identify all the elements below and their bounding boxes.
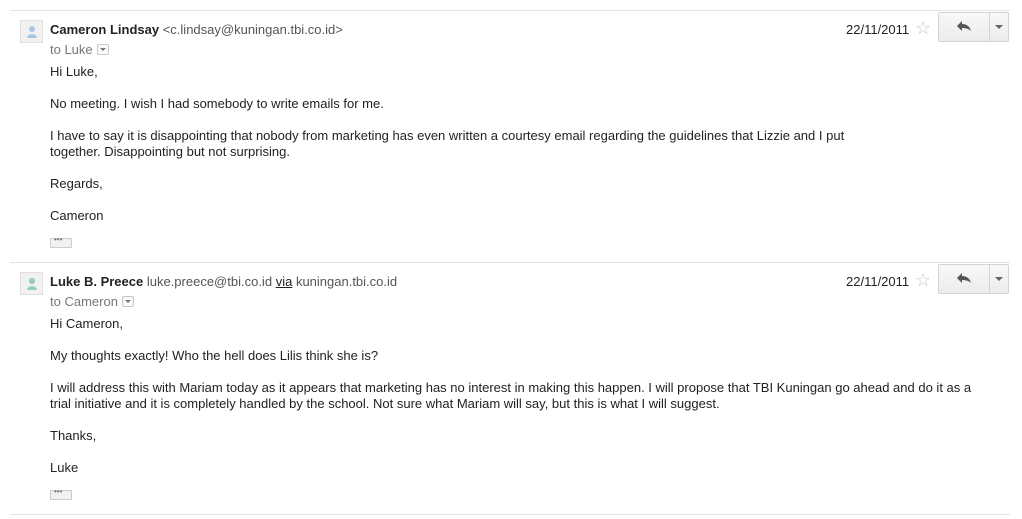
body-paragraph: Regards, bbox=[50, 176, 103, 191]
show-details-icon[interactable] bbox=[121, 296, 134, 307]
recipient-line: to Luke bbox=[50, 42, 109, 57]
reply-button-group bbox=[938, 264, 1009, 294]
recipient-line: to Cameron bbox=[50, 294, 134, 309]
star-icon[interactable]: ☆ bbox=[915, 18, 931, 39]
message-body: Hi Cameron, My thoughts exactly! Who the… bbox=[50, 316, 980, 492]
sender-line: Luke B. Preece luke.preece@tbi.co.id via… bbox=[50, 274, 397, 289]
message-body: Hi Luke, No meeting. I wish I had somebo… bbox=[50, 64, 980, 240]
star-icon[interactable]: ☆ bbox=[915, 270, 931, 291]
message-date: 22/11/2011 bbox=[846, 274, 910, 289]
show-trimmed-content-button[interactable] bbox=[50, 487, 72, 500]
recipient-label: to Luke bbox=[50, 42, 93, 57]
body-paragraph: Hi Cameron, bbox=[50, 316, 123, 331]
body-paragraph: Hi Luke, bbox=[50, 64, 98, 79]
avatar[interactable] bbox=[20, 272, 43, 295]
show-trimmed-content-button[interactable] bbox=[50, 235, 72, 248]
reply-button-group bbox=[938, 12, 1009, 42]
sender-name[interactable]: Cameron Lindsay bbox=[50, 22, 159, 37]
show-details-icon[interactable] bbox=[96, 44, 109, 55]
reply-button[interactable] bbox=[939, 13, 990, 41]
body-paragraph: I will address this with Mariam today as… bbox=[50, 380, 972, 411]
avatar[interactable] bbox=[20, 20, 43, 43]
sender-email: <c.lindsay@kuningan.tbi.co.id> bbox=[162, 22, 343, 37]
divider bbox=[10, 262, 1010, 263]
recipient-label: to Cameron bbox=[50, 294, 118, 309]
person-icon bbox=[27, 278, 37, 290]
body-paragraph: Thanks, bbox=[50, 428, 97, 443]
reply-arrow-icon bbox=[957, 273, 971, 283]
divider bbox=[10, 514, 1010, 515]
via-link[interactable]: via bbox=[276, 274, 293, 289]
message-date: 22/11/2011 bbox=[846, 22, 910, 37]
divider bbox=[10, 10, 1010, 11]
reply-arrow-icon bbox=[957, 21, 971, 31]
body-paragraph: No meeting. I wish I had somebody to wri… bbox=[50, 96, 384, 111]
person-icon bbox=[27, 26, 37, 38]
more-options-button[interactable] bbox=[989, 13, 1008, 41]
body-paragraph: I have to say it is disappointing that n… bbox=[50, 128, 845, 159]
via-domain: kuningan.tbi.co.id bbox=[295, 274, 398, 289]
sender-name[interactable]: Luke B. Preece bbox=[50, 274, 143, 289]
body-paragraph: Cameron bbox=[50, 208, 104, 223]
sender-email: luke.preece@tbi.co.id bbox=[146, 274, 273, 289]
sender-line: Cameron Lindsay <c.lindsay@kuningan.tbi.… bbox=[50, 22, 343, 37]
body-paragraph: Luke bbox=[50, 460, 79, 475]
more-options-button[interactable] bbox=[989, 265, 1008, 293]
reply-button[interactable] bbox=[939, 265, 990, 293]
body-paragraph: My thoughts exactly! Who the hell does L… bbox=[50, 348, 379, 363]
